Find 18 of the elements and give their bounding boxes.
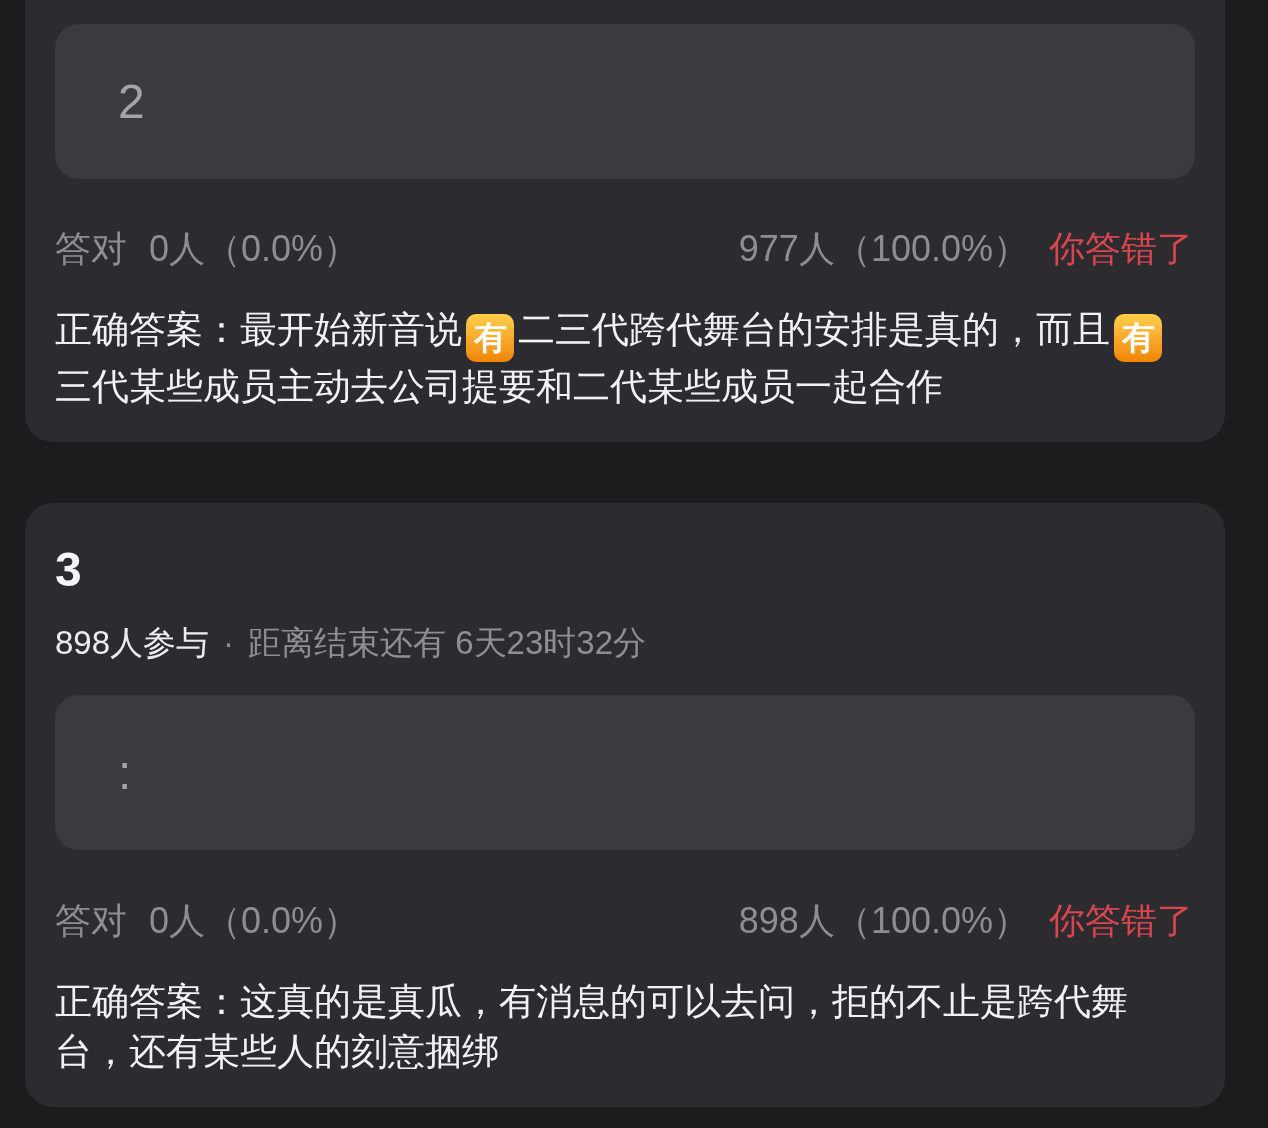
answer-value: : (118, 744, 132, 801)
separator-dot: · (223, 623, 235, 663)
question-number: 3 (55, 542, 82, 598)
result-label: 你答错了 (1049, 227, 1193, 271)
correct-label: 答对 (55, 899, 127, 943)
answer-value: 2 (118, 73, 145, 130)
wrong-count: 977人（100.0%） (738, 227, 1029, 271)
wrong-count: 898人（100.0%） (738, 899, 1029, 943)
correct-label: 答对 (55, 227, 127, 271)
participant-count: 898人参与 (55, 623, 210, 663)
correct-count: 0人（0.0%） (149, 899, 360, 943)
correct-answer-text: 正确答案：这真的是真瓜，有消息的可以去问，拒的不止是跨代舞台，还有某些人的刻意捆绑 (55, 980, 1129, 1074)
correct-answer-text: 正确答案：最开始新音说 有 二三代跨代舞台的安排是真的，而且 有 三代某些成员主动去公司提要和二代某些成员一起合作 (55, 305, 1195, 412)
result-label: 你答错了 (1049, 899, 1193, 943)
countdown-text: 距离结束还有 6天23时32分 (248, 623, 646, 663)
emoji-badge: 有 (1114, 314, 1162, 362)
correct-count: 0人（0.0%） (149, 227, 360, 271)
emoji-badge: 有 (466, 314, 514, 362)
